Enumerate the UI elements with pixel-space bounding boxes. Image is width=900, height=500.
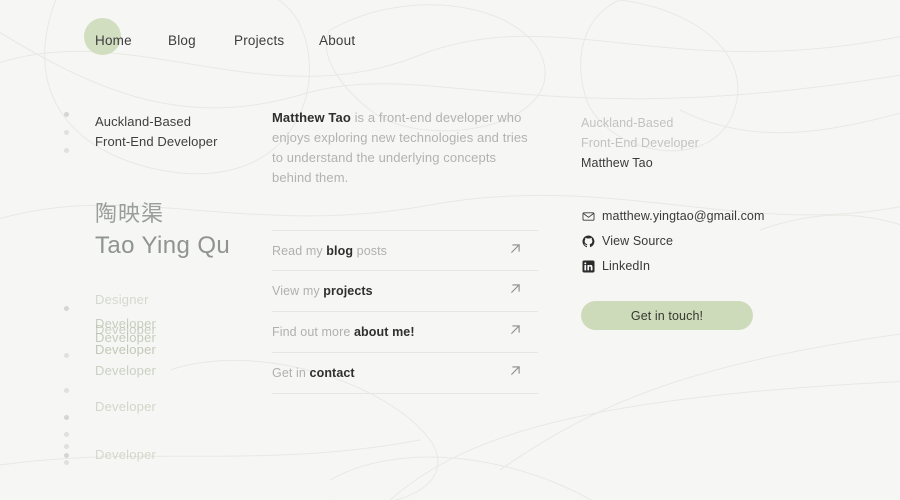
rail-dot — [64, 388, 69, 393]
rolling-role-word: Developer — [95, 399, 157, 414]
hero-tagline-line-1: Auckland-Based — [95, 114, 192, 129]
quick-link-label: Get in contact — [272, 366, 355, 380]
arrow-up-right-icon — [507, 240, 524, 262]
right-meta-name: Matthew Tao — [581, 156, 653, 170]
hero-name-romanized: Tao Ying Qu — [95, 232, 231, 259]
main-navigation: Home Blog Projects About — [0, 0, 900, 80]
rolling-role-word: Developer — [95, 322, 157, 337]
rolling-role-word: Developer — [95, 316, 157, 331]
contact-list: matthew.yingtao@gmail.com View Source Link… — [581, 206, 764, 276]
hero-left-column: Auckland-Based Front-End Developer 陶映渠 T… — [95, 112, 230, 262]
contact-label: LinkedIn — [602, 259, 651, 273]
rail-dot — [64, 460, 69, 465]
contact-label: View Source — [602, 234, 674, 248]
contact-label: matthew.yingtao@gmail.com — [602, 209, 765, 223]
rolling-role-words: Designer Developer Developer Developer Devel… — [95, 292, 245, 467]
rail-dot — [64, 306, 69, 311]
decorative-dot-rail — [64, 110, 76, 465]
rolling-role-word: Developer — [95, 447, 157, 462]
quick-link-row[interactable]: Read my blog posts — [272, 230, 538, 271]
nav-item-home[interactable]: Home — [95, 33, 132, 48]
contact-row[interactable]: LinkedIn — [581, 256, 764, 276]
contact-row[interactable]: View Source — [581, 231, 764, 251]
github-icon — [581, 234, 595, 248]
hero-tagline: Auckland-Based Front-End Developer — [95, 112, 230, 152]
quick-link-label: Find out more about me! — [272, 325, 415, 339]
rail-dot — [64, 353, 69, 358]
linkedin-icon — [581, 259, 595, 273]
rail-dot — [64, 148, 69, 153]
envelope-icon — [581, 209, 595, 223]
get-in-touch-button[interactable]: Get in touch! — [581, 301, 753, 330]
rail-dot — [64, 432, 69, 437]
hero-tagline-line-2: Front-End Developer — [95, 134, 218, 149]
arrow-up-right-icon — [507, 362, 524, 384]
contact-row[interactable]: matthew.yingtao@gmail.com — [581, 206, 764, 226]
quick-link-list: Read my blog posts View my projects Find o… — [272, 230, 538, 394]
quick-link-label: View my projects — [272, 284, 373, 298]
nav-item-projects[interactable]: Projects — [234, 33, 284, 48]
arrow-up-right-icon — [507, 280, 524, 302]
hero-name-block: 陶映渠 Tao Ying Qu — [95, 200, 230, 262]
rolling-role-word: Developer — [95, 330, 157, 345]
intro-name: Matthew Tao — [272, 110, 351, 125]
nav-item-blog[interactable]: Blog — [168, 33, 196, 48]
rail-dot — [64, 415, 69, 420]
rail-dot — [64, 112, 69, 117]
rolling-role-word: Developer — [95, 363, 157, 378]
quick-link-row[interactable]: View my projects — [272, 271, 538, 312]
hero-center-column: Matthew Tao is a front-end developer who… — [272, 108, 538, 394]
rail-dot — [64, 453, 69, 458]
rolling-role-word: Designer — [95, 292, 149, 307]
arrow-up-right-icon — [507, 321, 524, 343]
right-meta-line-1: Auckland-Based — [581, 116, 674, 130]
hero-name-chinese: 陶映渠 — [95, 201, 165, 226]
rolling-role-word: Developer — [95, 342, 157, 357]
rail-dot — [64, 444, 69, 449]
hero-right-column: Auckland-Based Front-End Developer Matth… — [581, 113, 764, 330]
nav-item-about[interactable]: About — [319, 33, 355, 48]
quick-link-label: Read my blog posts — [272, 243, 388, 258]
intro-paragraph: Matthew Tao is a front-end developer who… — [272, 108, 538, 188]
right-meta-line-2: Front-End Developer — [581, 136, 699, 150]
rail-dot — [64, 130, 69, 135]
quick-link-row[interactable]: Get in contact — [272, 353, 538, 394]
quick-link-row[interactable]: Find out more about me! — [272, 312, 538, 353]
